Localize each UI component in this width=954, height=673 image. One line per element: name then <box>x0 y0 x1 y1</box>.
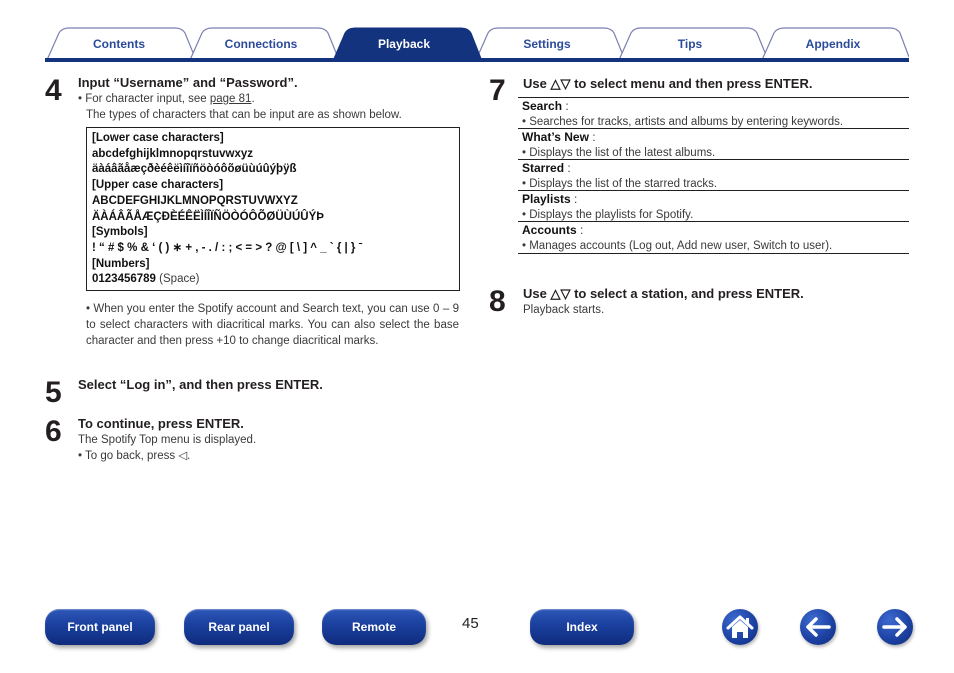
numbers-heading: [Numbers] <box>92 257 150 270</box>
menu-table: Search : • Searches for tracks, artists … <box>518 97 909 254</box>
lower-case-basic: abcdefghijklmnopqrstuvwxyz <box>92 147 254 160</box>
step-7-title: Use △▽ to select menu and then press ENT… <box>523 76 813 91</box>
tab-settings[interactable]: Settings <box>487 37 607 51</box>
arrow-left-icon <box>806 617 831 637</box>
front-panel-button[interactable]: Front panel <box>45 609 155 645</box>
upper-case-basic: ABCDEFGHIJKLMNOPQRSTUVWXYZ <box>92 194 298 207</box>
step-4-note: The types of characters that can be inpu… <box>86 109 402 121</box>
step-6-line-2: • To go back, press ◁. <box>78 450 191 462</box>
tab-bar: Contents Connections Playback Settings T… <box>45 27 909 62</box>
menu-colon: : <box>564 161 571 175</box>
character-table: [Lower case characters] abcdefghijklmnop… <box>86 127 460 291</box>
index-button[interactable]: Index <box>530 609 634 645</box>
numbers-list: 0123456789 <box>92 273 156 286</box>
step-7-number: 7 <box>489 74 506 107</box>
step-4-title: Input “Username” and “Password”. <box>78 75 298 90</box>
menu-name-text: What’s New <box>522 130 589 144</box>
rear-panel-button[interactable]: Rear panel <box>184 609 294 645</box>
menu-name: Accounts : <box>522 223 905 238</box>
step-8-line-1: Playback starts. <box>523 304 605 316</box>
symbols-list: ! “ # $ % & ‘ ( ) ∗ + , - . / : ; < = > … <box>92 241 363 254</box>
tab-connections[interactable]: Connections <box>201 37 321 51</box>
upper-case-heading: [Upper case characters] <box>92 179 224 192</box>
page-number: 45 <box>462 615 479 632</box>
step-4-bullet: • For character input, see page 81. <box>78 91 255 107</box>
arrow-right-icon <box>882 617 907 637</box>
menu-row-whats-new: What’s New : • Displays the list of the … <box>518 128 909 159</box>
menu-row-starred: Starred : • Displays the list of the sta… <box>518 159 909 190</box>
tab-underline <box>45 58 909 62</box>
step-5-number: 5 <box>45 376 62 409</box>
step-8-title: Use △▽ to select a station, and press EN… <box>523 286 804 301</box>
tab-appendix[interactable]: Appendix <box>773 37 893 51</box>
tab-tips[interactable]: Tips <box>630 37 750 51</box>
tab-contents[interactable]: Contents <box>59 37 179 51</box>
menu-name-text: Playlists <box>522 192 571 206</box>
space-label: (Space) <box>159 273 200 286</box>
menu-name-text: Accounts <box>522 223 577 237</box>
forward-button[interactable] <box>877 609 913 645</box>
remote-button[interactable]: Remote <box>322 609 426 645</box>
menu-name: What’s New : <box>522 130 905 145</box>
symbols-heading: [Symbols] <box>92 226 148 239</box>
step-8-number: 8 <box>489 285 506 318</box>
menu-colon: : <box>562 99 569 113</box>
step-6-number: 6 <box>45 415 62 448</box>
step-6-line-1: The Spotify Top menu is displayed. <box>78 434 257 446</box>
step-5-title: Select “Log in”, and then press ENTER. <box>78 377 323 392</box>
page-81-link[interactable]: page 81 <box>210 93 252 105</box>
menu-name: Playlists : <box>522 192 905 207</box>
step-4-number: 4 <box>45 74 62 107</box>
step-4-bullet-suffix: . <box>251 93 255 105</box>
upper-case-accented: ÄÀÁÂÃÅÆÇÐÈÉÊËÌÍÎÏÑÖÒÓÔÕØÜÙÚÛÝÞ <box>92 210 324 223</box>
numbers-row: 0123456789 (Space) <box>92 272 454 288</box>
menu-row-playlists: Playlists : • Displays the playlists for… <box>518 190 909 221</box>
menu-row-accounts: Accounts : • Manages accounts (Log out, … <box>518 221 909 254</box>
step-6-title: To continue, press ENTER. <box>78 416 244 431</box>
lower-case-heading: [Lower case characters] <box>92 132 224 144</box>
menu-desc: • Manages accounts (Log out, Add new use… <box>522 240 833 252</box>
lower-case-accented: äàáâãåæçðèéêëìíîïñöòóôõøüùúûýþÿß <box>92 163 297 176</box>
step-4-bullet-prefix: • For character input, see <box>78 93 210 105</box>
menu-row-search: Search : • Searches for tracks, artists … <box>518 97 909 128</box>
home-button[interactable] <box>722 609 758 645</box>
back-button[interactable] <box>800 609 836 645</box>
menu-name-text: Starred <box>522 161 565 175</box>
menu-colon: : <box>576 223 584 237</box>
tab-playback[interactable]: Playback <box>344 37 464 51</box>
menu-name: Search : <box>522 99 905 114</box>
menu-name-text: Search <box>522 99 563 113</box>
home-icon <box>726 615 754 638</box>
diacritical-note: • When you enter the Spotify account and… <box>86 303 459 347</box>
menu-colon: : <box>570 192 578 206</box>
menu-colon: : <box>588 130 596 144</box>
menu-name: Starred : <box>522 161 905 176</box>
